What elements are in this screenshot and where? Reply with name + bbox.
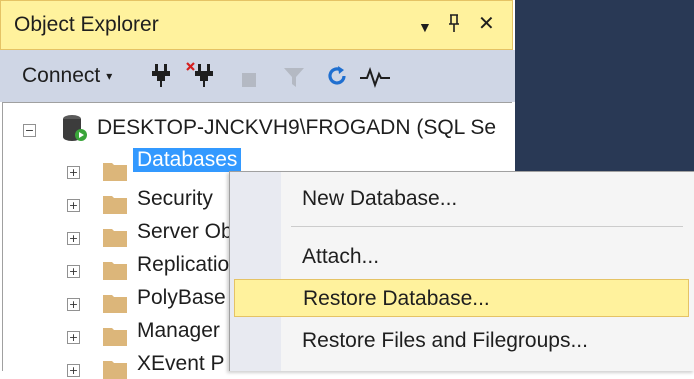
collapse-toggle[interactable]: − [23, 124, 36, 137]
menu-item-new-database[interactable]: New Database... [234, 179, 689, 217]
tree-node-server-objects[interactable]: Server Ob [137, 220, 233, 244]
panel-title: Object Explorer [14, 13, 159, 36]
close-icon[interactable]: ✕ [478, 13, 495, 35]
expand-toggle[interactable]: + [67, 331, 80, 344]
activity-monitor-icon[interactable] [360, 64, 390, 90]
folder-icon [103, 229, 127, 247]
connect-plug-icon[interactable] [151, 62, 171, 88]
tree-node-management[interactable]: Manager [137, 319, 220, 343]
menu-item-label: Attach... [302, 245, 380, 268]
stop-icon[interactable] [241, 67, 257, 93]
menu-item-restore-database[interactable]: Restore Database... [234, 279, 689, 317]
expand-toggle[interactable]: + [67, 232, 80, 245]
tree-node-xevent[interactable]: XEvent P [137, 352, 225, 376]
pin-icon[interactable] [447, 13, 461, 38]
folder-icon [103, 163, 127, 181]
folder-icon [103, 328, 127, 346]
panel-titlebar: Object Explorer ▼ ✕ [0, 0, 513, 50]
folder-icon [103, 295, 127, 313]
filter-icon[interactable] [283, 64, 305, 90]
tree-node-security[interactable]: Security [137, 187, 213, 211]
context-menu: New Database... Attach... Restore Databa… [229, 171, 694, 371]
chevron-down-icon: ▾ [106, 69, 113, 83]
menu-item-label: Restore Files and Filegroups... [302, 329, 588, 352]
server-node-label[interactable]: DESKTOP-JNCKVH9\FROGADN (SQL Se [97, 116, 496, 140]
menu-item-restore-files-filegroups[interactable]: Restore Files and Filegroups... [234, 321, 689, 359]
expand-toggle[interactable]: + [67, 265, 80, 278]
menu-item-attach[interactable]: Attach... [234, 237, 689, 275]
tree-node-databases[interactable]: Databases [133, 148, 242, 172]
window-position-dropdown-icon[interactable]: ▼ [418, 16, 432, 38]
folder-icon [103, 361, 127, 379]
tree-node-replication[interactable]: Replicatio [137, 253, 229, 277]
disconnect-plug-icon[interactable] [186, 62, 216, 88]
folder-icon [103, 262, 127, 280]
server-database-icon [63, 115, 87, 141]
menu-item-label: Restore Database... [303, 287, 490, 310]
menu-item-label: New Database... [302, 187, 458, 210]
expand-toggle[interactable]: + [67, 166, 80, 179]
expand-toggle[interactable]: + [67, 364, 80, 377]
menu-separator [291, 226, 683, 227]
tree-node-polybase[interactable]: PolyBase [137, 286, 226, 310]
folder-icon [103, 196, 127, 214]
explorer-toolbar: Connect ▾ [0, 50, 515, 102]
connect-button[interactable]: Connect ▾ [22, 64, 112, 88]
connect-label: Connect [22, 64, 101, 87]
expand-toggle[interactable]: + [67, 298, 80, 311]
refresh-icon[interactable] [325, 63, 349, 89]
expand-toggle[interactable]: + [67, 199, 80, 212]
